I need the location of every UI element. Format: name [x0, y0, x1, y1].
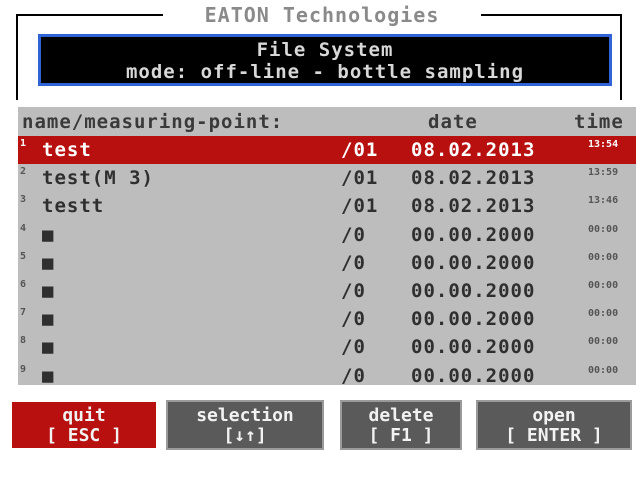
file-time: 13:59 — [588, 167, 619, 179]
quit-button-label: quit — [62, 405, 106, 426]
file-row[interactable]: 2 test(M 3) /01 08.02.2013 13:59 — [18, 164, 636, 192]
frame-top-left — [16, 14, 164, 16]
file-name: ■ — [42, 364, 55, 387]
delete-button-key: [ F1 ] — [368, 425, 434, 446]
file-name: ■ — [42, 308, 55, 331]
file-time: 13:46 — [588, 195, 619, 207]
file-name: test(M 3) — [42, 167, 154, 190]
row-index: 2 — [20, 166, 27, 178]
measuring-point: /01 — [341, 195, 379, 218]
file-time: 00:00 — [588, 223, 619, 235]
file-name: test — [42, 139, 92, 161]
file-row[interactable]: 9 ■ /0 00.00.2000 00:00 — [18, 362, 636, 390]
brand-title: EATON Technologies — [163, 2, 481, 28]
file-row[interactable]: 6 ■ /0 00.00.2000 00:00 — [18, 277, 636, 305]
file-time: 00:00 — [588, 308, 619, 320]
measuring-point: /0 — [341, 251, 366, 274]
row-index: 1 — [20, 138, 27, 149]
row-index: 7 — [20, 307, 27, 319]
file-date: 00.00.2000 — [411, 336, 536, 359]
measuring-point: /01 — [341, 167, 379, 190]
selection-button-key: [↓↑] — [223, 425, 267, 446]
file-name: testt — [42, 195, 105, 218]
file-name: ■ — [42, 336, 55, 359]
row-index: 8 — [20, 335, 27, 347]
delete-button-label: delete — [368, 405, 434, 426]
file-time: 00:00 — [588, 364, 619, 376]
measuring-point: /01 — [341, 139, 379, 161]
row-index: 9 — [20, 363, 27, 375]
file-name: ■ — [42, 223, 55, 246]
device-screen: EATON Technologies File System mode: off… — [0, 0, 640, 486]
file-row[interactable]: 1 test/01 08.02.2013 13:54 — [18, 136, 636, 164]
file-time: 00:00 — [588, 336, 619, 348]
open-button-label: open — [532, 405, 576, 426]
quit-button[interactable]: quit [ ESC ] — [10, 400, 158, 450]
column-header-time: time — [574, 111, 624, 133]
file-time: 00:00 — [588, 280, 619, 291]
measuring-point: /0 — [341, 364, 366, 387]
column-header-date: date — [428, 111, 478, 133]
frame-right — [620, 14, 622, 100]
measuring-point: /0 — [341, 308, 366, 331]
file-name: ■ — [42, 280, 55, 302]
file-row[interactable]: 5 ■ /0 00.00.2000 00:00 — [18, 249, 636, 277]
file-row[interactable]: 3 testt/01 08.02.2013 13:46 — [18, 192, 636, 220]
file-name: ■ — [42, 251, 55, 274]
measuring-point: /0 — [341, 336, 366, 359]
file-date: 08.02.2013 — [411, 195, 536, 218]
row-index: 5 — [20, 250, 27, 262]
open-button-key: [ ENTER ] — [505, 425, 603, 446]
header-box: File System mode: off-line - bottle samp… — [38, 34, 612, 86]
row-index: 6 — [20, 279, 27, 290]
mode-label: mode: off-line - bottle sampling — [125, 61, 525, 83]
file-time: 00:00 — [588, 251, 619, 263]
measuring-point: /0 — [341, 280, 366, 302]
row-index: 3 — [20, 194, 27, 206]
file-row[interactable]: 4 ■ /0 00.00.2000 00:00 — [18, 221, 636, 249]
delete-button[interactable]: delete [ F1 ] — [340, 400, 462, 450]
file-time: 13:54 — [588, 139, 619, 150]
selection-button[interactable]: selection [↓↑] — [166, 400, 324, 450]
file-row[interactable]: 7 ■ /0 00.00.2000 00:00 — [18, 305, 636, 333]
open-button[interactable]: open [ ENTER ] — [476, 400, 632, 450]
file-date: 00.00.2000 — [411, 280, 536, 302]
row-index: 4 — [20, 222, 27, 234]
frame-left — [16, 14, 18, 100]
file-row[interactable]: 8 ■ /0 00.00.2000 00:00 — [18, 333, 636, 361]
file-list-panel: name/measuring-point: date time 1 test/01… — [18, 104, 636, 388]
screen-title: File System — [256, 39, 394, 61]
file-date: 08.02.2013 — [411, 139, 536, 161]
file-date: 08.02.2013 — [411, 167, 536, 190]
column-header-name: name/measuring-point: — [22, 111, 284, 133]
file-date: 00.00.2000 — [411, 364, 536, 387]
file-date: 00.00.2000 — [411, 251, 536, 274]
quit-button-key: [ ESC ] — [46, 425, 122, 446]
selection-button-label: selection — [196, 405, 294, 426]
frame-top-right — [480, 14, 622, 16]
file-date: 00.00.2000 — [411, 223, 536, 246]
measuring-point: /0 — [341, 223, 366, 246]
file-date: 00.00.2000 — [411, 308, 536, 331]
